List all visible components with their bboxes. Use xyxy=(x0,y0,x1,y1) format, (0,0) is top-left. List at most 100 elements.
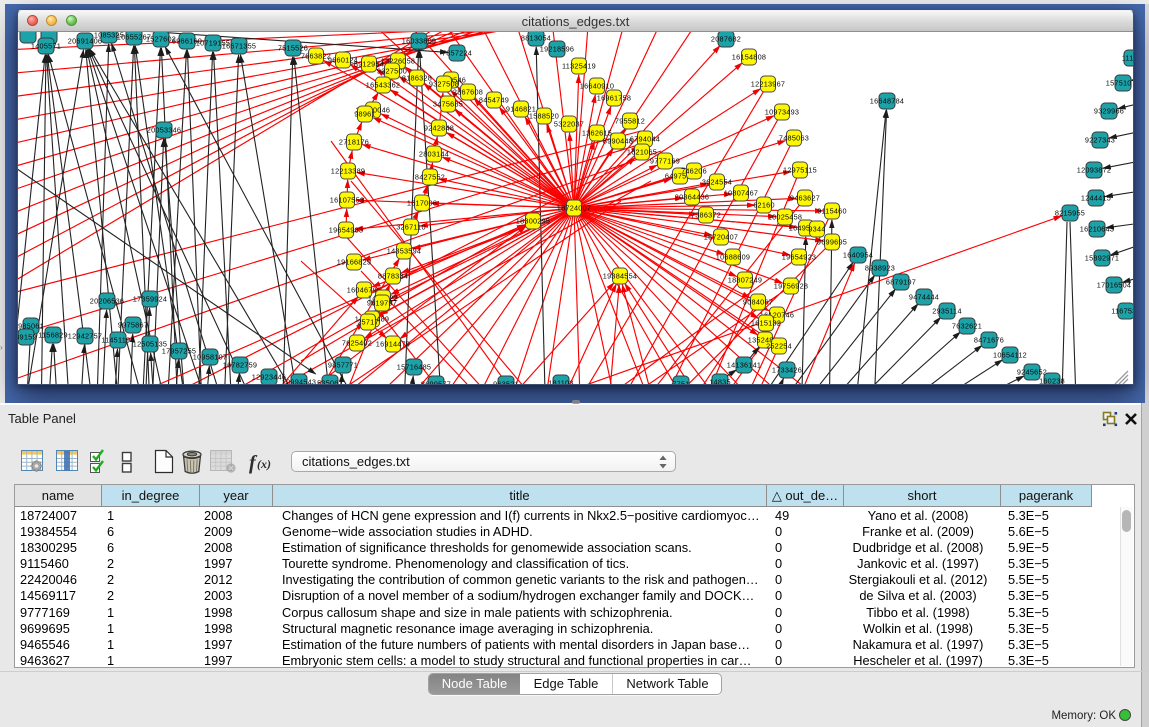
svg-text:8186328: 8186328 xyxy=(402,74,432,83)
svg-text:1156829: 1156829 xyxy=(38,331,68,340)
svg-text:10994543: 10994543 xyxy=(282,378,316,386)
svg-text:8990448: 8990448 xyxy=(603,137,633,146)
svg-text:(x): (x) xyxy=(257,457,271,471)
svg-text:1733426: 1733426 xyxy=(772,366,802,375)
svg-text:11451194: 11451194 xyxy=(101,336,134,345)
svg-text:3267110: 3267110 xyxy=(396,223,426,232)
svg-text:9975867: 9975867 xyxy=(118,321,148,330)
svg-text:10807467: 10807467 xyxy=(724,189,758,198)
svg-text:18300295: 18300295 xyxy=(516,217,550,226)
svg-text:7663822: 7663822 xyxy=(301,52,331,61)
svg-text:15751074: 15751074 xyxy=(1106,79,1134,88)
svg-text:9463627: 9463627 xyxy=(790,194,820,203)
svg-text:181103: 181103 xyxy=(548,379,573,386)
svg-text:8427552: 8427552 xyxy=(415,173,445,182)
svg-text:16782759: 16782759 xyxy=(223,361,257,370)
svg-text:16543362: 16543362 xyxy=(366,81,400,90)
svg-text:17359924: 17359924 xyxy=(133,295,167,304)
svg-text:16914479: 16914479 xyxy=(376,340,410,349)
svg-text:8699577: 8699577 xyxy=(421,380,451,386)
svg-text:3475685: 3475685 xyxy=(433,100,463,109)
svg-text:12975115: 12975115 xyxy=(783,166,817,175)
svg-text:16107553: 16107553 xyxy=(330,196,364,205)
svg-text:12942757: 12942757 xyxy=(68,332,102,341)
svg-text:9084067: 9084067 xyxy=(743,298,773,307)
svg-text:2087682: 2087682 xyxy=(711,35,741,44)
svg-text:39159: 39159 xyxy=(18,333,37,342)
svg-text:5322037: 5322037 xyxy=(554,120,584,129)
svg-text:9777169: 9777169 xyxy=(650,157,680,166)
svg-text:1615132: 1615132 xyxy=(751,319,781,328)
svg-text:16033809: 16033809 xyxy=(402,37,436,46)
svg-text:12213389: 12213389 xyxy=(331,167,365,176)
svg-text:160238: 160238 xyxy=(1039,377,1065,386)
svg-text:15716485: 15716485 xyxy=(397,363,431,372)
svg-text:18724007: 18724007 xyxy=(557,204,591,213)
svg-text:8215955: 8215955 xyxy=(1055,209,1085,218)
svg-text:8878334: 8878334 xyxy=(378,272,408,281)
svg-text:98961: 98961 xyxy=(354,110,376,119)
svg-text:25717: 25717 xyxy=(357,318,379,327)
svg-text:15720407: 15720407 xyxy=(704,233,738,242)
svg-text:19218596: 19218596 xyxy=(540,45,574,54)
svg-text:9619797: 9619797 xyxy=(367,299,397,308)
svg-text:1405571: 1405571 xyxy=(31,42,61,51)
svg-text:16640910: 16640910 xyxy=(580,82,614,91)
svg-text:252254: 252254 xyxy=(766,342,792,351)
svg-text:8471676: 8471676 xyxy=(974,336,1004,345)
svg-text:535061: 535061 xyxy=(317,379,343,386)
svg-text:10654112: 10654112 xyxy=(993,351,1027,360)
svg-text:16648784: 16648784 xyxy=(870,97,904,106)
svg-text:9699695: 9699695 xyxy=(817,238,847,247)
svg-text:963521: 963521 xyxy=(493,380,519,386)
svg-text:10688609: 10688609 xyxy=(716,253,750,262)
svg-text:20053346: 20053346 xyxy=(147,126,181,135)
svg-text:14136141: 14136141 xyxy=(727,361,761,370)
svg-text:11124: 11124 xyxy=(1122,54,1134,63)
svg-text:16210643: 16210643 xyxy=(1080,225,1114,234)
svg-text:15892971: 15892971 xyxy=(1085,254,1119,263)
svg-text:17957255: 17957255 xyxy=(162,347,196,356)
svg-text:9344: 9344 xyxy=(808,225,825,234)
svg-text:12093872: 12093872 xyxy=(1077,166,1111,175)
svg-text:14835: 14835 xyxy=(709,378,731,386)
svg-text:9245652: 9245652 xyxy=(1017,368,1047,377)
svg-text:7751: 7751 xyxy=(672,380,689,386)
svg-text:1167533: 1167533 xyxy=(1111,307,1134,316)
svg-text:19166829: 19166829 xyxy=(337,258,371,267)
svg-text:1640954: 1640954 xyxy=(843,251,873,260)
svg-text:8813054: 8813054 xyxy=(521,34,551,43)
svg-text:18807249: 18807249 xyxy=(728,276,762,285)
svg-text:7625402: 7625402 xyxy=(342,339,372,348)
svg-text:1621065: 1621065 xyxy=(627,148,657,157)
svg-text:9857771: 9857771 xyxy=(328,361,358,370)
svg-text:11325419: 11325419 xyxy=(562,62,596,71)
svg-text:62160: 62160 xyxy=(753,201,775,210)
svg-text:19384554: 19384554 xyxy=(603,272,637,281)
svg-text:7857224: 7857224 xyxy=(442,49,472,58)
svg-text:8938923: 8938923 xyxy=(865,264,895,273)
svg-text:17016504: 17016504 xyxy=(1097,281,1131,290)
svg-text:14353594: 14353594 xyxy=(387,247,421,256)
svg-text:7632621: 7632621 xyxy=(952,322,982,331)
svg-text:1244415: 1244415 xyxy=(1081,194,1111,203)
svg-text:2718176: 2718176 xyxy=(339,138,369,147)
svg-text:19756928: 19756928 xyxy=(774,282,808,291)
svg-text:20206536: 20206536 xyxy=(90,297,124,306)
svg-text:2935114: 2935114 xyxy=(932,307,962,316)
svg-text:3624554: 3624554 xyxy=(702,178,732,187)
svg-text:16154808: 16154808 xyxy=(732,53,766,62)
svg-text:12213967: 12213967 xyxy=(751,80,785,89)
svg-text:16961758: 16961758 xyxy=(597,94,631,103)
svg-text:2803144: 2803144 xyxy=(419,150,449,159)
svg-text:19654983: 19654983 xyxy=(329,226,363,235)
svg-text:8454749: 8454749 xyxy=(479,96,509,105)
svg-text:9115460: 9115460 xyxy=(817,207,847,216)
svg-text:1617006: 1617006 xyxy=(407,199,437,208)
svg-text:9227343: 9227343 xyxy=(1085,136,1115,145)
svg-text:9474444: 9474444 xyxy=(909,293,939,302)
svg-text:9242848: 9242848 xyxy=(424,124,454,133)
svg-text:746206: 746206 xyxy=(681,167,707,176)
svg-text:7386372: 7386372 xyxy=(691,211,721,220)
svg-text:20364436: 20364436 xyxy=(675,193,709,202)
